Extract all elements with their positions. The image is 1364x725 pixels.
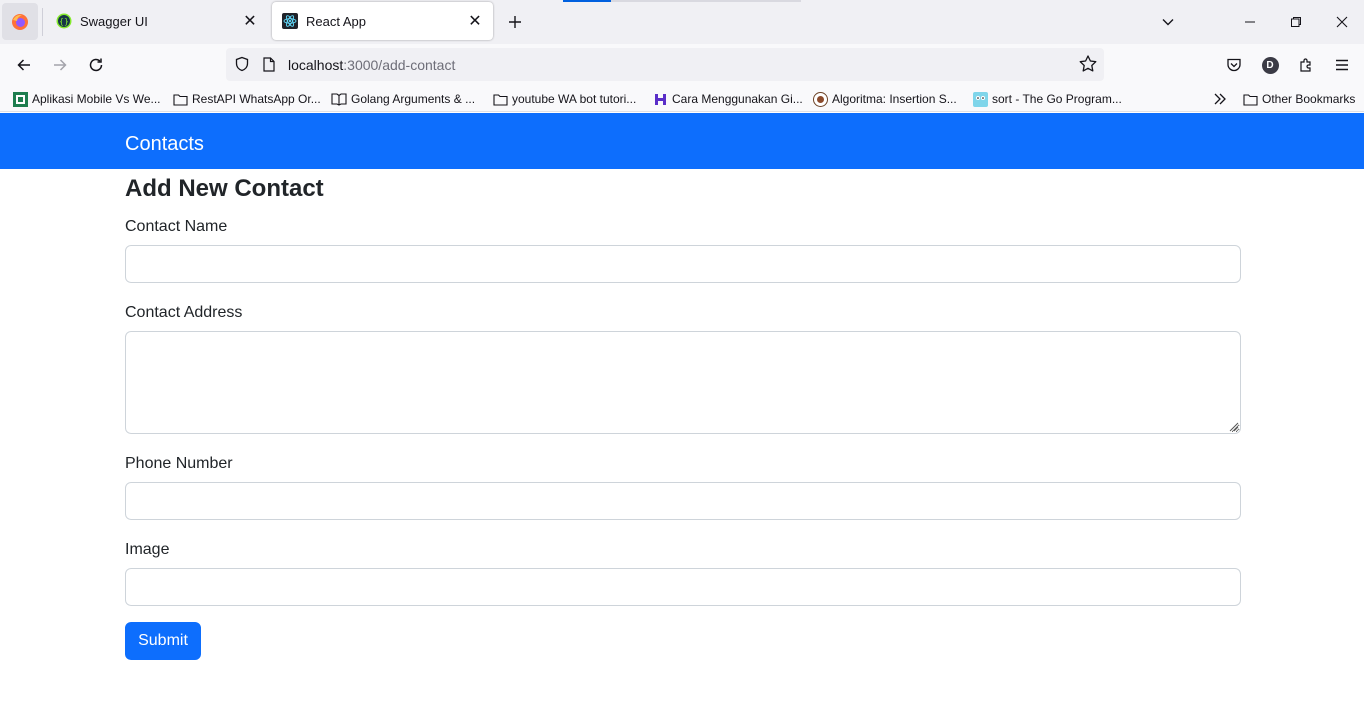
page-icon[interactable]	[262, 57, 276, 72]
bookmark-item[interactable]: Algoritma: Insertion S...	[812, 90, 957, 108]
chevron-down-icon	[1162, 19, 1174, 26]
bookmarks-toolbar: Aplikasi Mobile Vs We... RestAPI WhatsAp…	[0, 86, 1364, 112]
folder-icon	[172, 91, 188, 107]
puzzle-icon	[1300, 58, 1311, 72]
account-button[interactable]: D	[1256, 51, 1284, 79]
page-title: Add New Contact	[125, 175, 324, 202]
navigation-toolbar: localhost:3000/add-contact D	[0, 44, 1364, 86]
image-label: Image	[125, 541, 170, 558]
browser-tab-bar: {} Swagger UI ✕ React App ✕	[0, 0, 1364, 44]
bookmark-item[interactable]: Cara Menggunakan Gi...	[652, 90, 803, 108]
tab-title: Swagger UI	[80, 13, 148, 29]
purple-logo-icon	[652, 91, 668, 107]
pocket-icon	[1227, 58, 1241, 72]
close-window-button[interactable]	[1328, 8, 1356, 36]
image-input[interactable]	[125, 568, 1241, 606]
url-path: :3000/add-contact	[343, 57, 456, 73]
contact-address-label: Contact Address	[125, 304, 243, 321]
folder-icon	[1242, 91, 1258, 107]
folder-icon	[492, 91, 508, 107]
bookmark-item[interactable]: Golang Arguments & ...	[331, 90, 475, 108]
bookmark-label: Other Bookmarks	[1262, 92, 1356, 106]
bookmark-label: Aplikasi Mobile Vs We...	[32, 92, 161, 106]
coffee-logo-icon	[812, 91, 828, 107]
restore-icon	[1291, 17, 1301, 27]
back-button[interactable]	[10, 51, 38, 79]
book-icon	[331, 91, 347, 107]
new-tab-button[interactable]	[503, 10, 527, 34]
tab-swagger-ui[interactable]: {} Swagger UI ✕	[46, 2, 268, 40]
app-navbar: Contacts	[0, 113, 1364, 169]
bookmark-label: Algoritma: Insertion S...	[832, 92, 957, 106]
submit-button[interactable]: Submit	[125, 622, 201, 660]
bookmark-label: Cara Menggunakan Gi...	[672, 92, 803, 106]
tab-scroll-indicator	[563, 0, 611, 2]
shield-icon[interactable]	[234, 56, 250, 72]
more-bookmarks-button[interactable]	[1213, 90, 1227, 108]
phone-number-input[interactable]	[125, 482, 1241, 520]
close-tab-icon[interactable]: ✕	[242, 13, 258, 30]
forward-button[interactable]	[46, 51, 74, 79]
navbar-brand[interactable]: Contacts	[125, 132, 204, 156]
arrow-left-icon	[17, 59, 30, 71]
reload-button[interactable]	[82, 51, 110, 79]
tab-separator	[42, 8, 43, 36]
phone-number-label: Phone Number	[125, 455, 233, 472]
tab-title: React App	[306, 13, 366, 29]
close-tab-icon[interactable]: ✕	[467, 13, 483, 30]
contact-address-wrapper	[125, 331, 1241, 434]
contact-name-label: Contact Name	[125, 218, 228, 235]
other-bookmarks[interactable]: Other Bookmarks	[1242, 90, 1355, 108]
url-bar[interactable]: localhost:3000/add-contact	[226, 48, 1104, 81]
tab-scroll-track	[611, 0, 801, 2]
bookmark-item[interactable]: Aplikasi Mobile Vs We...	[12, 90, 161, 108]
double-chevron-right-icon	[1214, 93, 1226, 105]
gopher-icon	[972, 91, 988, 107]
menu-button[interactable]	[1328, 51, 1356, 79]
avatar: D	[1261, 56, 1279, 74]
url-text[interactable]: localhost:3000/add-contact	[288, 57, 455, 73]
restore-button[interactable]	[1282, 8, 1310, 36]
tab-react-app[interactable]: React App ✕	[272, 2, 493, 40]
bookmark-item[interactable]: youtube WA bot tutori...	[492, 90, 636, 108]
plus-icon	[509, 16, 521, 28]
react-icon	[282, 13, 298, 29]
minimize-icon	[1245, 21, 1255, 23]
list-all-tabs-button[interactable]	[1156, 10, 1180, 34]
contact-address-input[interactable]	[125, 331, 1241, 434]
arrow-right-icon	[54, 59, 67, 71]
svg-text:{}: {}	[59, 17, 69, 26]
extensions-button[interactable]	[1292, 51, 1320, 79]
hamburger-icon	[1336, 59, 1348, 71]
bookmark-label: sort - The Go Program...	[992, 92, 1122, 106]
url-host: localhost	[288, 57, 344, 73]
firefox-icon	[12, 13, 28, 30]
bookmark-label: youtube WA bot tutori...	[512, 92, 637, 106]
minimize-button[interactable]	[1236, 8, 1264, 36]
reload-icon	[89, 58, 103, 72]
bookmark-item[interactable]: RestAPI WhatsApp Or...	[172, 90, 321, 108]
bookmark-label: Golang Arguments & ...	[351, 92, 476, 106]
pocket-button[interactable]	[1220, 51, 1248, 79]
bookmark-item[interactable]: sort - The Go Program...	[972, 90, 1122, 108]
contact-name-input[interactable]	[125, 245, 1241, 283]
swagger-icon: {}	[56, 13, 72, 29]
green-square-icon	[12, 91, 28, 107]
bookmark-label: RestAPI WhatsApp Or...	[192, 92, 321, 106]
bookmark-star-icon[interactable]	[1078, 54, 1098, 74]
firefox-view-button[interactable]	[2, 3, 38, 40]
close-icon	[1336, 16, 1348, 28]
